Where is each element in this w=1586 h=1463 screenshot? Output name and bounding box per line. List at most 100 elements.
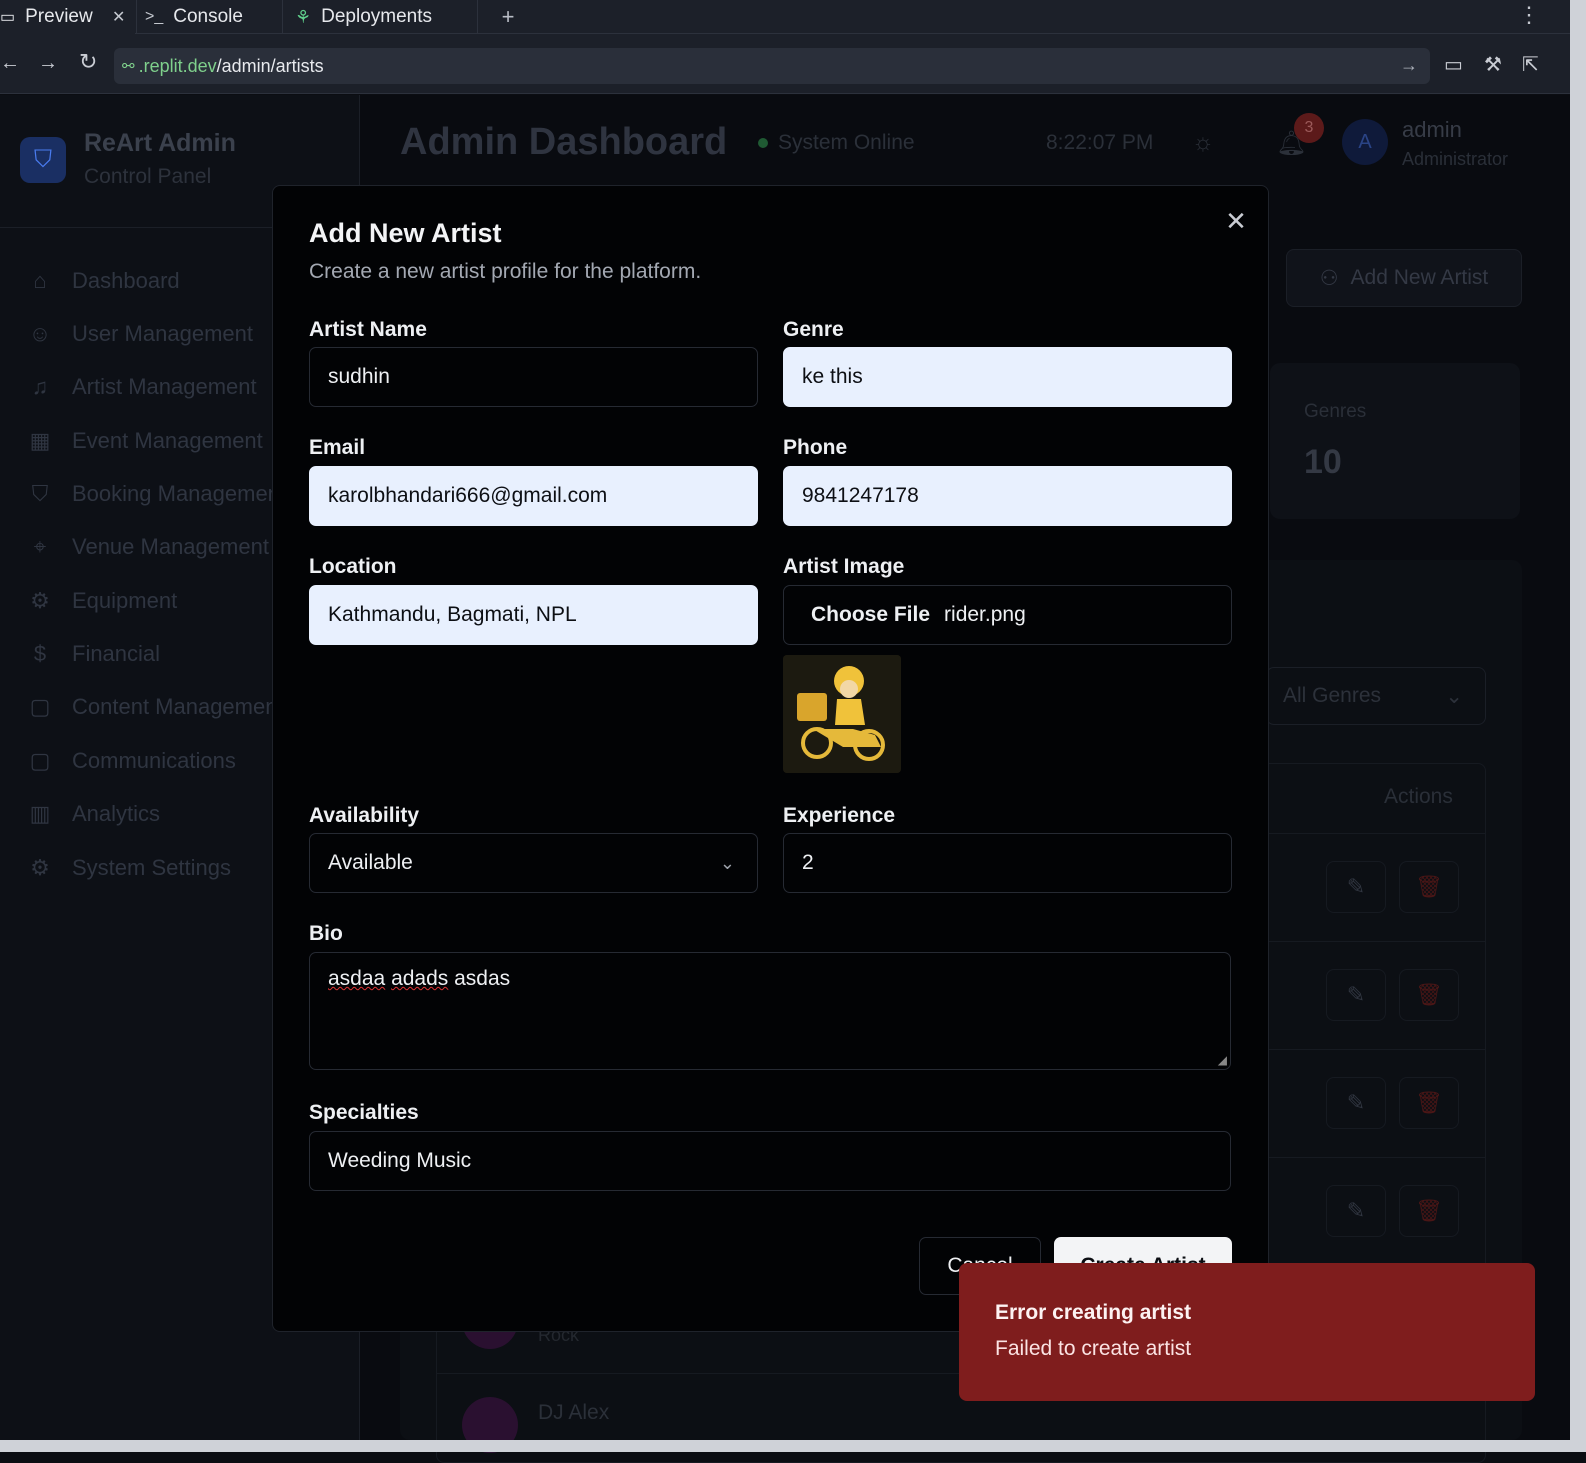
chevron-down-icon: ⌄ [719,852,735,873]
artist-image-preview [783,655,901,773]
trash-icon[interactable]: 🗑︎ [1399,1077,1459,1129]
chevron-down-icon: ⌄ [1445,684,1463,708]
add-artist-button[interactable]: ⚇ Add New Artist [1286,249,1522,307]
button-label: Add New Artist [1350,266,1489,289]
go-arrow-icon[interactable]: → [1400,55,1418,76]
sidebar-item-label: Dashboard [72,268,180,293]
bio-label: Bio [309,922,343,945]
more-options-icon[interactable]: ⋮ [1518,2,1540,28]
specialties-field[interactable]: Weeding Music [309,1131,1231,1191]
field-value: karolbhandari666@gmail.com [328,484,608,507]
column-header-actions: Actions [1384,785,1453,808]
field-value: 9841247178 [802,484,919,507]
sidebar-item-equipment[interactable]: ⚙ Equipment [26,581,177,621]
user-plus-icon: ⚇ [1319,266,1339,290]
sidebar-item-bookings[interactable]: ⛉ Booking Management [26,474,286,514]
sidebar-item-events[interactable]: ▦ Event Management [26,421,263,461]
artist-name-field[interactable]: sudhin [309,347,758,407]
dialog-description: Create a new artist profile for the plat… [309,260,702,283]
sidebar-item-label: System Settings [72,855,231,880]
url-host: .replit.dev [138,55,217,76]
artist-image-label: Artist Image [783,555,905,578]
close-icon[interactable]: ✕ [1221,206,1251,236]
bio-textarea[interactable]: asdaa adads asdas ◢ [309,952,1231,1070]
select-value: All Genres [1283,684,1382,707]
field-value: ke this [802,365,863,388]
gear-icon: ⚙ [30,855,50,880]
sidebar-item-label: Venue Management [72,534,269,559]
sidebar-item-analytics[interactable]: ▥ Analytics [26,794,160,834]
stat-card-genres: Genres 10 [1270,363,1520,519]
theme-toggle-icon[interactable]: ☼ [1192,129,1214,157]
back-icon[interactable]: ← [0,52,20,75]
address-bar: ← → ↻ ⚯ .replit.dev/admin/artists → ▭ ⚒ … [0,34,1570,94]
sidebar-item-label: Equipment [72,588,178,613]
reload-icon[interactable]: ↻ [79,49,97,75]
experience-field[interactable]: 2 [783,833,1232,893]
genre-label: Genre [783,318,844,341]
resize-handle-icon[interactable]: ◢ [1218,1053,1227,1067]
message-icon: ▢ [29,748,51,773]
home-icon: ⌂ [33,268,47,293]
edit-icon[interactable]: ✎ [1326,1185,1386,1237]
monitor-icon: ▭ [0,9,16,26]
phone-field[interactable]: 9841247178 [783,466,1232,526]
sidebar-item-venues[interactable]: ⌖ Venue Management [26,527,269,567]
sidebar-item-communications[interactable]: ▢ Communications [26,741,236,781]
trash-icon[interactable]: 🗑︎ [1399,969,1459,1021]
availability-label: Availability [309,804,420,827]
add-artist-dialog: ✕ Add New Artist Create a new artist pro… [272,185,1269,1332]
edit-icon[interactable]: ✎ [1326,969,1386,1021]
notification-badge: 3 [1294,113,1324,143]
specialties-label: Specialties [309,1101,419,1124]
user-name: admin [1402,117,1462,142]
clock: 8:22:07 PM [1046,131,1154,154]
edit-icon[interactable]: ✎ [1326,1077,1386,1129]
new-tab-button[interactable]: + [490,0,526,34]
avatar[interactable]: A [1342,119,1388,165]
close-tab-icon[interactable]: ✕ [112,7,125,27]
availability-select[interactable]: Available ⌄ [309,833,758,893]
choose-file-button[interactable]: Choose File [811,603,930,627]
page-title: Admin Dashboard [400,121,728,163]
sidebar-item-label: Booking Management [72,481,287,506]
sidebar-item-content[interactable]: ▢ Content Management [26,687,284,727]
sidebar-item-users[interactable]: ☺ User Management [26,314,253,354]
artist-name: DJ Alex [538,1401,610,1424]
wrench-icon[interactable]: ⚒ [1484,52,1502,77]
external-link-icon[interactable]: ⇱ [1522,52,1539,77]
misspelled-word: asdaa [328,967,386,990]
sidebar-item-financial[interactable]: $ Financial [26,634,160,674]
artist-image-file-input[interactable]: Choose File rider.png [783,585,1232,645]
field-value: Weeding Music [328,1149,472,1172]
terminal-icon: >_ [145,8,164,25]
tab-console[interactable]: >_ Console [136,0,276,34]
plus-icon: + [501,4,515,29]
calendar-icon: ▦ [29,428,51,453]
sidebar-item-label: Communications [72,748,236,773]
devices-icon[interactable]: ▭ [1444,52,1463,77]
music-icon: ♫ [31,374,49,399]
trash-icon[interactable]: 🗑︎ [1399,1185,1459,1237]
status-dot [758,138,768,148]
tab-label: Preview [25,6,93,27]
toast-title: Error creating artist [995,1301,1192,1324]
trash-icon[interactable]: 🗑︎ [1399,861,1459,913]
genre-filter-select[interactable]: All Genres ⌄ [1266,667,1486,725]
sidebar-item-settings[interactable]: ⚙ System Settings [26,848,231,888]
tab-label: Deployments [321,6,433,27]
status-text: System Online [778,131,915,154]
sidebar-item-artists[interactable]: ♫ Artist Management [26,367,257,407]
forward-icon[interactable]: → [38,52,58,75]
email-field[interactable]: karolbhandari666@gmail.com [309,466,758,526]
genre-field[interactable]: ke this [783,347,1232,407]
stat-label: Genres [1304,401,1367,422]
edit-icon[interactable]: ✎ [1326,861,1386,913]
phone-label: Phone [783,436,848,459]
bar-chart-icon: ▥ [29,801,51,826]
location-field[interactable]: Kathmandu, Bagmati, NPL [309,585,758,645]
browser-tab-bar: ▭ Preview ✕ >_ Console ⚘ Deployments + ⋮ [0,0,1570,34]
url-field[interactable]: ⚯ .replit.dev/admin/artists → [114,48,1430,84]
sidebar-item-dashboard[interactable]: ⌂ Dashboard [26,261,180,301]
tab-deployments[interactable]: ⚘ Deployments [282,0,478,34]
